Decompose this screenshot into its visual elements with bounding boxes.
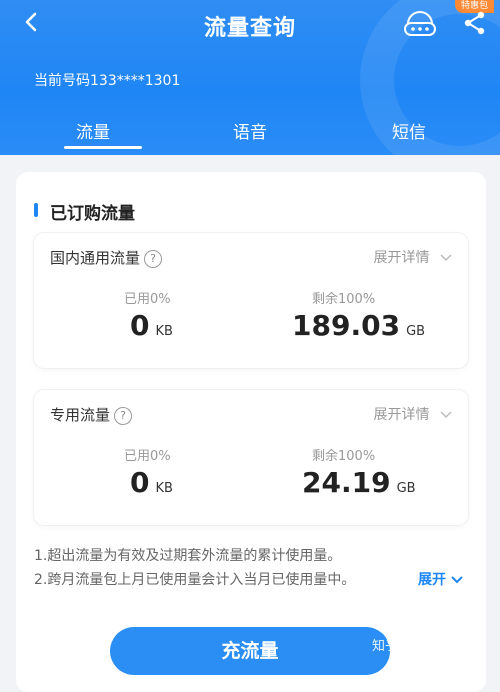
note-line-1: 1.超出流量为有效及过期套外流量的累计使用量。 bbox=[34, 548, 342, 564]
expand-details-label: 展开详情 bbox=[373, 250, 430, 266]
used-value: 0 KB bbox=[130, 309, 173, 342]
used-number: 0 bbox=[130, 309, 150, 342]
section-marker bbox=[34, 203, 38, 217]
tab-voice[interactable]: 语音 bbox=[233, 118, 267, 143]
used-value: 0 KB bbox=[130, 466, 173, 499]
plan-name: 国内通用流量? bbox=[50, 247, 163, 268]
note-line-2: 2.跨月流量包上月已使用量会计入当月已使用量中。 bbox=[34, 572, 356, 588]
plan-card-dedicated: 专用流量? 展开详情 已用0% 0 KB 剩余100% 24.19 GB bbox=[34, 390, 468, 525]
share-icon[interactable] bbox=[462, 10, 488, 36]
help-icon[interactable]: ? bbox=[144, 249, 163, 268]
tab-data[interactable]: 流量 bbox=[76, 118, 110, 143]
tab-sms[interactable]: 短信 bbox=[392, 118, 426, 143]
remaining-number: 24.19 bbox=[302, 466, 391, 499]
plan-name-label: 专用流量 bbox=[50, 406, 111, 424]
remaining-label: 剩余100% bbox=[312, 449, 376, 464]
plan-name-label: 国内通用流量 bbox=[50, 249, 141, 267]
used-unit: KB bbox=[155, 324, 173, 339]
watermark: 知乎 @套餐雷达 bbox=[372, 639, 468, 654]
recharge-data-button[interactable]: 充流量 bbox=[110, 627, 390, 675]
chevron-down-icon bbox=[440, 254, 452, 262]
current-phone-number: 当前号码133****1301 bbox=[34, 73, 181, 89]
used-label: 已用0% bbox=[124, 292, 171, 307]
used-number: 0 bbox=[130, 466, 150, 499]
remaining-value: 24.19 GB bbox=[302, 466, 416, 499]
help-icon[interactable]: ? bbox=[114, 406, 133, 425]
expand-details-button[interactable]: 展开详情 bbox=[374, 247, 452, 267]
remaining-number: 189.03 bbox=[292, 309, 401, 342]
customer-service-icon[interactable] bbox=[400, 8, 440, 40]
used-label: 已用0% bbox=[124, 449, 171, 464]
plan-card-domestic: 国内通用流量? 展开详情 已用0% 0 KB 剩余100% 189.03 GB bbox=[34, 233, 468, 368]
expand-details-label: 展开详情 bbox=[373, 407, 430, 423]
notes-expand-label: 展开 bbox=[418, 572, 446, 588]
app-header: 流量查询 特惠包 当前号码133****1301 流量 语音 短信 bbox=[0, 0, 500, 155]
plan-name: 专用流量? bbox=[50, 404, 133, 425]
remaining-unit: GB bbox=[406, 324, 426, 339]
remaining-unit: GB bbox=[396, 481, 416, 496]
notes-expand-button[interactable]: 展开 bbox=[418, 569, 463, 589]
active-tab-indicator bbox=[64, 146, 142, 149]
expand-details-button[interactable]: 展开详情 bbox=[374, 404, 452, 424]
remaining-label: 剩余100% bbox=[312, 292, 376, 307]
section-title: 已订购流量 bbox=[50, 204, 135, 224]
remaining-value: 189.03 GB bbox=[292, 309, 425, 342]
chevron-down-icon bbox=[440, 411, 452, 419]
used-unit: KB bbox=[155, 481, 173, 496]
chevron-down-icon bbox=[451, 576, 463, 584]
